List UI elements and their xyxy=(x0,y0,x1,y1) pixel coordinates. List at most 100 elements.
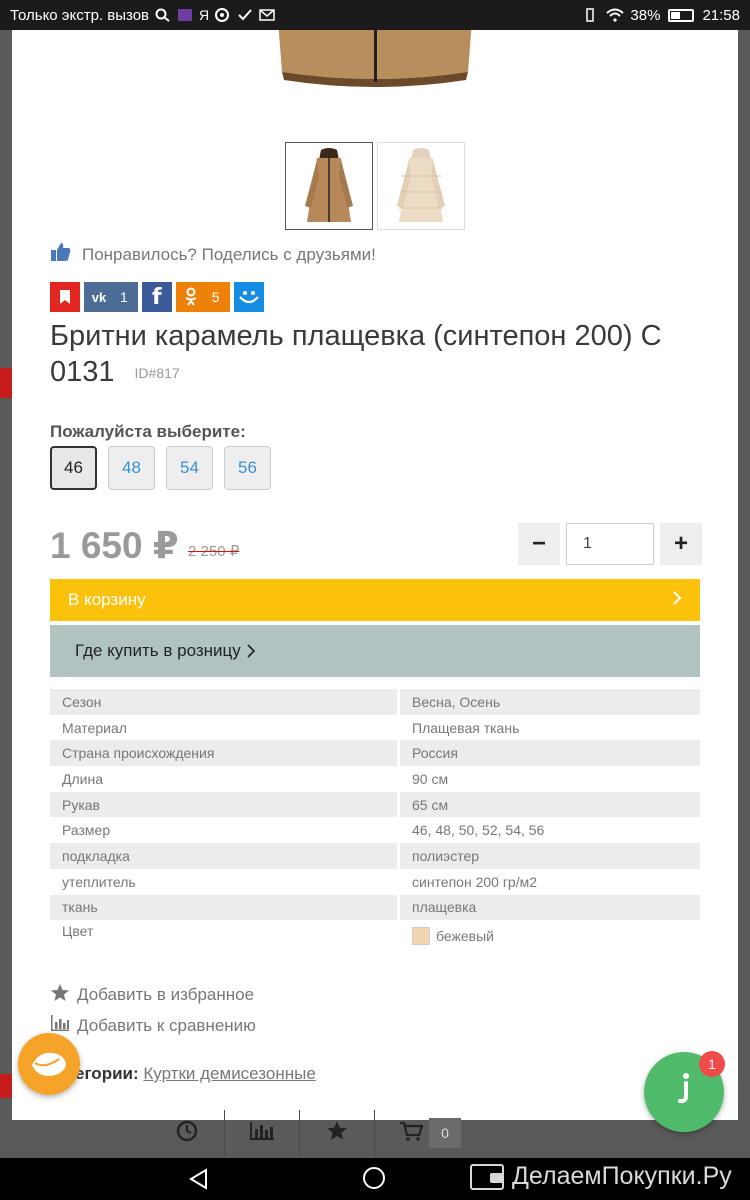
spec-key: Длина xyxy=(62,770,103,787)
quantity-decrease-button[interactable]: − xyxy=(518,523,560,565)
spec-value: бежевый xyxy=(436,928,494,945)
spec-key: Материал xyxy=(62,719,127,736)
add-to-favorites-link[interactable]: Добавить в избранное xyxy=(50,983,254,1007)
size-selector: 46 48 54 56 xyxy=(50,446,271,490)
vk-icon: vk xyxy=(91,289,107,305)
bar-chart-icon xyxy=(249,1121,275,1146)
notification-badge: 1 xyxy=(699,1051,725,1077)
vk-share-button[interactable]: vk 1 xyxy=(84,282,138,312)
where-to-buy-retail-button[interactable]: Где купить в розницу xyxy=(50,625,700,677)
cart-count: 0 xyxy=(429,1118,461,1148)
cart-tool[interactable]: 0 xyxy=(375,1110,485,1156)
background-red-mark xyxy=(0,368,12,398)
spec-value: синтепон 200 гр/м2 xyxy=(412,873,538,890)
spec-key: Рукав xyxy=(50,791,397,818)
table-row: Сезон Весна, Осень xyxy=(50,689,700,715)
spec-key: ткань xyxy=(50,894,397,921)
add-to-cart-button[interactable]: В корзину xyxy=(50,579,700,621)
table-row: подкладка полиэстер xyxy=(50,843,700,869)
spec-key: утеплитель xyxy=(62,873,136,890)
table-row: Страна происхождения Россия xyxy=(50,740,700,767)
add-to-cart-label: В корзину xyxy=(68,590,146,609)
categories: егории: Куртки демисезонные xyxy=(50,1064,316,1084)
table-row: Размер 46, 48, 50, 52, 54, 56 xyxy=(50,817,700,843)
messenger-icon xyxy=(669,1068,699,1117)
product-id: ID#817 xyxy=(134,365,180,382)
spec-value-color: бежевый xyxy=(400,920,700,952)
quantity-input[interactable]: 1 xyxy=(566,523,654,565)
yandex-icon: Я xyxy=(199,7,210,23)
vk-share-count: 1 xyxy=(120,289,128,305)
odnoklassniki-share-count: 5 xyxy=(211,289,220,305)
clock: 21:58 xyxy=(702,6,740,24)
current-price: 1 650 ₽ xyxy=(50,525,179,566)
spec-value: 46, 48, 50, 52, 54, 56 xyxy=(412,822,545,839)
chrome-icon xyxy=(215,8,231,22)
add-to-compare-label: Добавить к сравнению xyxy=(77,1015,256,1035)
thumbs-up-icon xyxy=(50,242,72,267)
quantity-increase-button[interactable]: + xyxy=(660,523,702,565)
table-row: Материал Плащевая ткань xyxy=(50,715,700,741)
color-swatch xyxy=(412,927,430,946)
product-hero-image[interactable] xyxy=(270,30,480,90)
table-row: Рукав 65 см xyxy=(50,791,700,818)
check-icon xyxy=(237,8,253,22)
vibrate-icon xyxy=(582,8,598,22)
compare-tool[interactable] xyxy=(225,1110,300,1156)
battery-percent: 38% xyxy=(630,6,661,24)
spec-key: Сезон xyxy=(50,689,397,715)
facebook-share-button[interactable]: f xyxy=(141,282,172,312)
search-icon xyxy=(155,8,171,22)
spec-key: подкладка xyxy=(50,843,397,869)
quantity-stepper: − 1 + xyxy=(518,523,702,565)
favorites-tool[interactable] xyxy=(300,1110,375,1156)
size-option-56[interactable]: 56 xyxy=(224,446,271,490)
table-row: утеплитель синтепон 200 гр/м2 xyxy=(50,869,700,895)
bottom-toolbar: 0 xyxy=(150,1110,570,1156)
product-title: Бритни карамель плащевка (синтепон 200) … xyxy=(50,318,710,391)
chat-widget-button[interactable] xyxy=(18,1033,80,1095)
thumbnail-strip xyxy=(285,142,465,230)
moimir-icon xyxy=(234,282,264,312)
share-prompt: Понравилось? Поделись с друзьями! xyxy=(50,242,376,267)
battery-icon xyxy=(668,8,695,22)
navigation-bar: ДелаемПокупки.Ру xyxy=(0,1158,750,1200)
add-to-compare-link[interactable]: Добавить к сравнению xyxy=(50,1014,256,1037)
star-icon xyxy=(50,983,70,1007)
bookmark-share-button[interactable] xyxy=(50,282,80,312)
back-icon[interactable] xyxy=(188,1168,210,1195)
size-option-48[interactable]: 48 xyxy=(108,446,155,490)
spec-key: Размер xyxy=(62,822,111,839)
table-row: Длина 90 см xyxy=(50,766,700,792)
home-icon[interactable] xyxy=(363,1167,385,1189)
chevron-right-icon xyxy=(247,644,255,658)
size-option-54[interactable]: 54 xyxy=(166,446,213,490)
specs-table: Сезон Весна, Осень Материал Плащевая ткань… xyxy=(50,689,700,952)
social-share-buttons: vk 1 f 5 xyxy=(50,282,264,312)
where-to-buy-label: Где купить в розницу xyxy=(75,641,241,660)
spec-key: Страна происхождения xyxy=(50,740,397,767)
spec-value: 65 см xyxy=(400,791,700,818)
status-bar: Только экстр. вызов Я 38% 21:58 xyxy=(0,0,750,30)
watermark-text: ДелаемПокупки.Ру xyxy=(512,1162,732,1190)
size-choose-label: Пожалуйста выберите: xyxy=(50,422,246,441)
history-tool[interactable] xyxy=(150,1110,225,1156)
odnoklassniki-share-button[interactable]: 5 xyxy=(175,282,230,312)
size-option-46[interactable]: 46 xyxy=(50,446,97,490)
wallet-icon xyxy=(470,1163,504,1190)
spec-value: плащевка xyxy=(400,894,700,921)
thumbnail-beige[interactable] xyxy=(377,142,465,230)
add-to-favorites-label: Добавить в избранное xyxy=(77,985,255,1004)
spec-key: Цвет xyxy=(62,923,94,940)
categories-label: егории: xyxy=(75,1064,139,1083)
spec-value: Плащевая ткань xyxy=(412,719,520,736)
background-red-mark xyxy=(0,1074,12,1098)
app-icon xyxy=(177,8,193,22)
spec-value: полиэстер xyxy=(400,843,700,869)
table-row: ткань плащевка xyxy=(50,894,700,921)
category-link[interactable]: Куртки демисезонные xyxy=(143,1064,315,1083)
thumbnail-caramel[interactable] xyxy=(285,142,373,230)
moimir-share-button[interactable] xyxy=(233,282,264,312)
watermark: ДелаемПокупки.Ру xyxy=(470,1162,732,1191)
cart-icon xyxy=(399,1121,424,1146)
